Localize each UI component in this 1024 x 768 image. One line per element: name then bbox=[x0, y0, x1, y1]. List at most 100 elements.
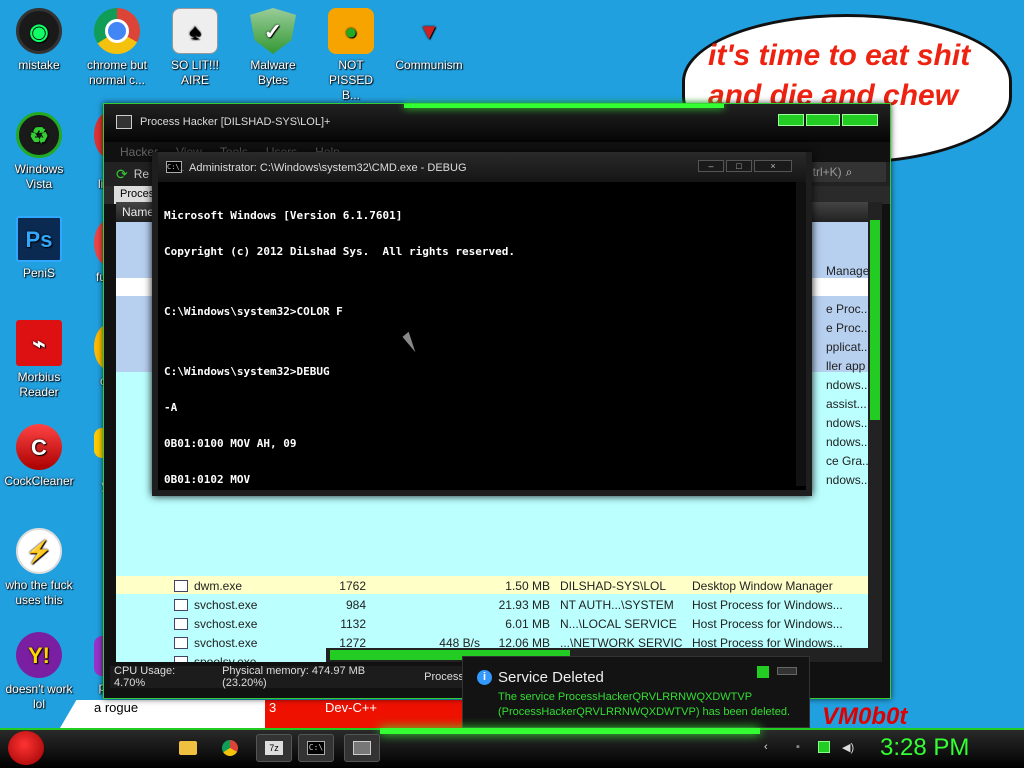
notification-title: Service Deleted bbox=[498, 669, 604, 686]
cell-pid: 1132 bbox=[340, 616, 366, 631]
close-notification-button[interactable] bbox=[777, 667, 797, 675]
start-button[interactable] bbox=[8, 731, 44, 765]
taskbar-chrome[interactable] bbox=[212, 734, 248, 762]
close-button[interactable]: × bbox=[754, 160, 792, 172]
cmd-scrollbar[interactable] bbox=[796, 182, 806, 486]
cmd-line: C:\Windows\system32>COLOR F bbox=[164, 305, 343, 318]
partial-desc: ndows... bbox=[826, 435, 871, 449]
folder-icon bbox=[179, 741, 197, 755]
shield-icon: ✓ bbox=[250, 8, 296, 54]
minimize-button[interactable] bbox=[778, 114, 804, 126]
window-icon bbox=[174, 579, 188, 592]
chrome-icon bbox=[94, 8, 140, 54]
volume-icon[interactable]: ◀) bbox=[842, 741, 854, 754]
cmd-line: 0B01:0100 MOV AH, 09 bbox=[164, 437, 297, 450]
desktop-icon-bad-piggies[interactable]: ● NOT PISSED B... bbox=[309, 8, 393, 103]
partial-desc: e Proc... bbox=[826, 321, 871, 335]
process-hacker-icon bbox=[116, 115, 132, 129]
refresh-icon[interactable]: ⟳ bbox=[116, 166, 128, 183]
cmd-line: -A bbox=[164, 401, 178, 414]
cmd-line: Microsoft Windows [Version 6.1.7601] bbox=[164, 209, 403, 222]
clock[interactable]: 3:28 PM bbox=[880, 734, 969, 762]
maximize-button[interactable]: □ bbox=[726, 160, 752, 172]
chrome-icon bbox=[222, 740, 238, 756]
background-stripe bbox=[60, 700, 265, 728]
desktop-icon-label: SO LIT!!! AIRE bbox=[170, 58, 219, 87]
background-window-strip: 3 Dev-C++ bbox=[265, 700, 462, 728]
window-icon bbox=[174, 655, 188, 662]
emblem-icon: ▼ bbox=[418, 18, 440, 44]
close-button[interactable] bbox=[842, 114, 878, 126]
taskbar-folder[interactable] bbox=[170, 734, 206, 762]
cell-user: NT AUTH...\SYSTEM bbox=[560, 597, 674, 612]
column-name[interactable]: Name bbox=[122, 205, 154, 219]
vertical-scrollbar[interactable] bbox=[868, 202, 882, 662]
process-hacker-titlebar[interactable]: Process Hacker [DILSHAD-SYS\LOL]+ bbox=[104, 104, 890, 142]
cell-user: DILSHAD-SYS\LOL bbox=[560, 578, 667, 593]
bad-piggies-icon: ● bbox=[328, 8, 374, 54]
process-hacker-icon bbox=[353, 741, 371, 755]
process-hacker-tray-icon[interactable] bbox=[818, 741, 830, 753]
refresh-label[interactable]: Re bbox=[134, 167, 149, 181]
desktop-icon-malwarebytes[interactable]: ✓ Malware Bytes bbox=[231, 8, 315, 88]
minimize-button[interactable]: – bbox=[698, 160, 724, 172]
table-row[interactable]: svchost.exe 984 21.93 MB NT AUTH...\SYSTEM H… bbox=[116, 595, 868, 614]
partial-desc: ller app bbox=[826, 359, 866, 373]
desktop-icon-label: who the fuck uses this bbox=[5, 578, 73, 607]
taskbar bbox=[0, 728, 1024, 768]
partial-desc: e Proc... bbox=[826, 302, 871, 316]
cell-pid: 984 bbox=[345, 597, 366, 612]
watermark: VM0b0t bbox=[822, 703, 908, 730]
cmd-line: 0B01:0102 MOV bbox=[164, 473, 251, 486]
cell-pid: 1762 bbox=[339, 578, 366, 593]
desktop-icon-label: Malware Bytes bbox=[250, 58, 296, 87]
network-icon[interactable]: ▪ bbox=[796, 741, 808, 753]
desktop-icon-label: chrome but normal c... bbox=[86, 58, 148, 87]
scroll-thumb[interactable] bbox=[870, 220, 880, 420]
physical-memory: Physical memory: 474.97 MB (23.20%) bbox=[222, 665, 366, 689]
cmd-window[interactable]: C:\_ Administrator: C:\Windows\system32\… bbox=[152, 152, 812, 496]
window-icon bbox=[174, 636, 188, 649]
cell-mem: 21.93 MB bbox=[498, 597, 550, 612]
title-glow bbox=[404, 104, 724, 108]
partial-label-rogue: a rogue bbox=[94, 700, 139, 715]
cmd-titlebar[interactable]: C:\_ Administrator: C:\Windows\system32\… bbox=[158, 152, 806, 182]
table-row[interactable]: dwm.exe 1762 1.50 MB DILSHAD-SYS\LOL Desktop… bbox=[116, 576, 868, 595]
process-hacker-title: Process Hacker [DILSHAD-SYS\LOL]+ bbox=[140, 116, 331, 128]
desktop-icon-communism[interactable]: ▼ Communism bbox=[387, 8, 471, 73]
cell-desc: Desktop Window Manager bbox=[692, 578, 833, 593]
info-icon: i bbox=[477, 670, 492, 685]
cmd-line: Copyright (c) 2012 DiLshad Sys. All righ… bbox=[164, 245, 515, 258]
partial-desc: ndows... bbox=[826, 416, 871, 430]
taskbar-cmd[interactable]: C:\ bbox=[298, 734, 334, 762]
cpu-usage: CPU Usage: 4.70% bbox=[114, 665, 176, 689]
search-icon: ⌕ bbox=[845, 164, 853, 179]
desktop-icon-label: mistake bbox=[18, 58, 60, 72]
desktop-icon-label: Morbius Reader bbox=[17, 370, 61, 399]
desktop-icon-solitaire[interactable]: ♠ SO LIT!!! AIRE bbox=[153, 8, 237, 88]
cmd-output[interactable]: Microsoft Windows [Version 6.1.7601] Cop… bbox=[164, 186, 515, 510]
desktop-icon-lightning[interactable]: ⚡ who the fuck uses this bbox=[0, 528, 81, 608]
partial-desc: ndows... bbox=[826, 473, 871, 487]
desktop-icon-mistake[interactable]: ◉ mistake bbox=[0, 8, 81, 73]
ccleaner-icon: C bbox=[16, 424, 62, 470]
cell-name: svchost.exe bbox=[194, 597, 258, 612]
7zip-icon: 7z bbox=[265, 741, 283, 755]
taskbar-glow bbox=[380, 728, 760, 734]
show-hidden-icons-icon[interactable]: ‹ bbox=[764, 741, 776, 753]
photoshop-icon: Ps bbox=[16, 216, 62, 262]
cell-mem: 6.01 MB bbox=[505, 616, 550, 631]
maximize-button[interactable] bbox=[806, 114, 840, 126]
taskbar-process-hacker[interactable] bbox=[344, 734, 380, 762]
notification-body: The service ProcessHackerQRVLRRNWQXDWTVP… bbox=[498, 691, 791, 718]
desktop-icon-chrome[interactable]: chrome but normal c... bbox=[75, 8, 159, 88]
cell-desc: Host Process for Windows... bbox=[692, 597, 843, 612]
cell-name: dwm.exe bbox=[194, 578, 243, 593]
desktop-icon-label: NOT PISSED B... bbox=[328, 58, 373, 102]
cell-mem: 1.50 MB bbox=[505, 578, 550, 593]
cmd-icon: C:\_ bbox=[166, 161, 184, 173]
table-row[interactable]: svchost.exe 1132 6.01 MB N...\LOCAL SERVICE… bbox=[116, 614, 868, 633]
notification-balloon[interactable]: i Service Deleted The service ProcessHac… bbox=[462, 656, 810, 728]
partial-desc: pplicat... bbox=[826, 340, 871, 354]
taskbar-7zip[interactable]: 7z bbox=[256, 734, 292, 762]
